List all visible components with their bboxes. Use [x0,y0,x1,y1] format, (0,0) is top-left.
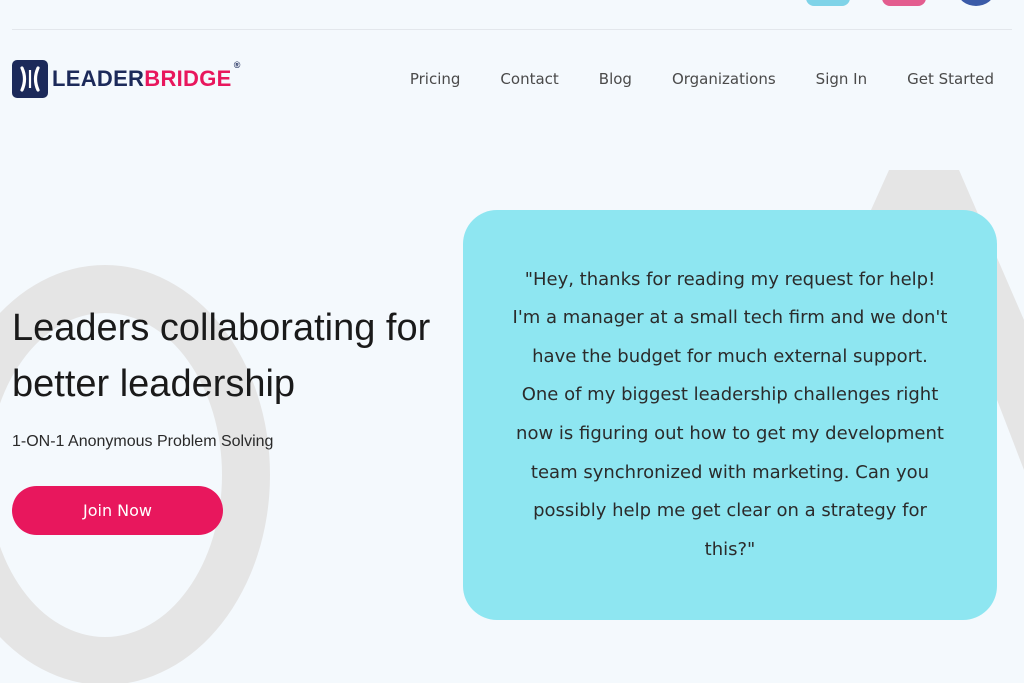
facebook-icon[interactable] [958,0,994,6]
nav-link-contact[interactable]: Contact [500,70,558,88]
testimonial-quote-card: "Hey, thanks for reading my request for … [463,210,997,620]
nav-link-sign-in[interactable]: Sign In [816,70,867,88]
logo-text-bridge: BRIDGE [144,66,232,91]
social-links [806,0,994,6]
logo-text-leader: LEADER [52,66,145,91]
hero-subtitle: 1-ON-1 Anonymous Problem Solving [12,433,274,450]
logo-wordmark: LEADERBRIDGE ® [52,60,240,92]
landing-page: LEADERBRIDGE ® Pricing Contact Blog Organ… [0,0,1024,683]
site-header: LEADERBRIDGE ® Pricing Contact Blog Organ… [12,56,994,102]
nav-link-pricing[interactable]: Pricing [410,70,461,88]
twitter-icon[interactable] [806,0,850,6]
logo-mark-icon [12,60,48,98]
logo[interactable]: LEADERBRIDGE ® [12,60,240,98]
instagram-icon[interactable] [882,0,926,6]
nav-link-organizations[interactable]: Organizations [672,70,776,88]
quote-text: "Hey, thanks for reading my request for … [512,268,948,560]
header-divider [12,29,1012,30]
nav-link-blog[interactable]: Blog [599,70,632,88]
trademark-symbol: ® [233,60,241,70]
hero-title: Leaders collaborating for better leaders… [12,307,431,405]
nav-link-get-started[interactable]: Get Started [907,70,994,88]
join-now-button[interactable]: Join Now [12,486,223,535]
main-nav: Pricing Contact Blog Organizations Sign … [410,70,994,88]
